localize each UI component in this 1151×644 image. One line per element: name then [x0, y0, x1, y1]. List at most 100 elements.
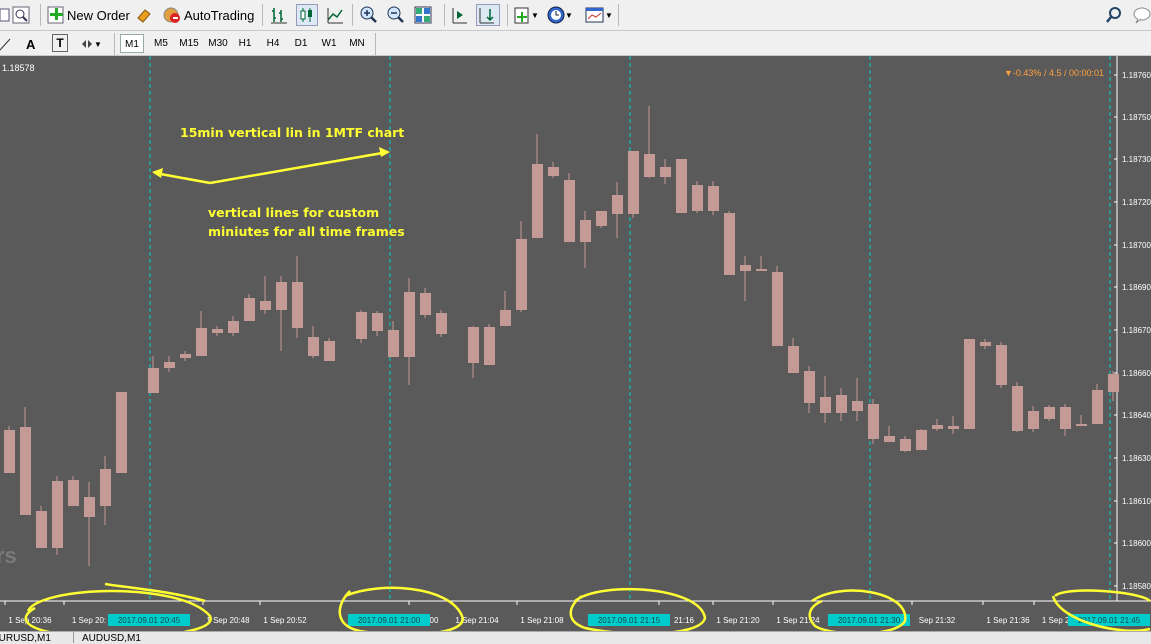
new-order-icon	[47, 6, 64, 24]
candle-bear	[100, 469, 111, 506]
candle-bear	[996, 345, 1007, 385]
timeframe-w1[interactable]: W1	[318, 34, 340, 53]
chart-shift-icon[interactable]	[450, 4, 470, 26]
candle-bear	[372, 313, 383, 331]
new-order-button[interactable]: New Order	[47, 4, 131, 26]
candle-bear	[740, 265, 751, 271]
candle-bear	[1108, 374, 1119, 392]
candle-bear	[820, 397, 831, 413]
top-left-price: 1.18578	[2, 63, 35, 73]
candle-bear	[580, 220, 591, 242]
candle-bear	[868, 404, 879, 439]
candle-bear	[708, 186, 719, 211]
text-label-tool[interactable]: T	[52, 34, 68, 52]
toolbar-separator	[352, 4, 353, 26]
price-label: 1.18610	[1122, 497, 1151, 506]
candle-bear	[932, 425, 943, 429]
zoom-in-icon[interactable]	[360, 4, 380, 26]
candle-bear	[388, 330, 399, 357]
zoom-window-icon[interactable]	[12, 4, 32, 26]
candle-bear	[1092, 390, 1103, 424]
candle-bear	[564, 180, 575, 242]
time-label: 1 Sep 21:08	[520, 616, 564, 625]
indicators-icon[interactable]: ▼	[513, 4, 541, 26]
candle-bear	[228, 321, 239, 333]
timeframe-h4[interactable]: H4	[262, 34, 284, 53]
price-label: 1.18640	[1122, 411, 1151, 420]
annotation-custom-line1: vertical lines for custom	[208, 205, 379, 220]
candle-bear	[644, 154, 655, 177]
tab-eurusd[interactable]: EURUSD,M1	[0, 633, 51, 644]
candle-bear	[404, 292, 415, 357]
candle-bear	[52, 481, 63, 548]
candle-bear	[308, 337, 319, 356]
candle-bear	[260, 301, 271, 310]
candle-bear	[772, 272, 783, 346]
timeframe-m5[interactable]: M5	[149, 34, 173, 53]
candle-bear	[1044, 407, 1055, 419]
toolbar-separator	[262, 4, 263, 26]
candle-bear	[836, 395, 847, 413]
toolbar-separator	[507, 4, 508, 26]
toolbar-separator	[618, 4, 619, 26]
time-label: 21:16	[674, 616, 695, 625]
candle-bear	[692, 185, 703, 211]
line-chart-icon[interactable]	[326, 4, 346, 26]
toolbar-separator	[444, 4, 445, 26]
price-label: 1.18700	[1122, 241, 1151, 250]
main-toolbar: New Order AutoTrading ▼ ▼ ▼	[0, 0, 1151, 31]
chart-info: ▼-0.43% / 4.5 / 00:00:01	[1004, 68, 1104, 78]
metaeditor-icon[interactable]	[135, 4, 155, 26]
window-icon[interactable]	[0, 4, 10, 26]
candle-bear	[532, 164, 543, 238]
tile-windows-icon[interactable]	[414, 4, 436, 26]
search-icon[interactable]	[1106, 4, 1124, 26]
periods-icon[interactable]: ▼	[547, 4, 577, 26]
candle-bear	[196, 328, 207, 356]
candle-bear	[244, 298, 255, 321]
timeframe-d1[interactable]: D1	[290, 34, 312, 53]
candle-bear	[468, 327, 479, 363]
annotation-custom-line2: miniutes for all time frames	[208, 224, 405, 239]
timeframe-mn[interactable]: MN	[345, 34, 369, 53]
arrows-tool[interactable]: ▼	[80, 33, 106, 55]
candle-bear	[276, 282, 287, 310]
candle-bear	[4, 430, 15, 473]
candlestick-icon[interactable]	[296, 4, 318, 26]
timeframe-m1[interactable]: M1	[120, 34, 144, 53]
candle-bear	[180, 354, 191, 358]
candle-bear	[676, 159, 687, 213]
drawing-toolbar: A T ▼ M1 M5 M15 M30 H1 H4 D1 W1 MN	[0, 31, 1151, 56]
timeframe-m30[interactable]: M30	[205, 34, 231, 53]
candle-bear	[500, 310, 511, 326]
text-tool[interactable]: A	[26, 33, 40, 55]
price-chart[interactable]: 1.18760 1.18750 1.18730 1.18720 1.18700 1.186…	[0, 56, 1151, 631]
candle-bear	[212, 329, 223, 333]
candle-bear	[356, 312, 367, 339]
autotrading-icon	[163, 7, 180, 23]
autotrading-label: AutoTrading	[184, 7, 255, 23]
candle-bear	[36, 511, 47, 548]
candle-bear	[68, 480, 79, 506]
watermark: rs	[0, 543, 17, 568]
chart-tabs: EURUSD,M1 AUDUSD,M1	[0, 631, 1151, 644]
bar-chart-icon[interactable]	[270, 4, 290, 26]
candle-bear	[1028, 411, 1039, 429]
toolbar-separator	[375, 33, 376, 55]
chat-icon[interactable]	[1132, 4, 1151, 26]
timeframe-h1[interactable]: H1	[234, 34, 256, 53]
autoscroll-icon[interactable]	[476, 4, 500, 26]
trendline-icon[interactable]	[0, 33, 14, 55]
candle-bear	[516, 239, 527, 310]
price-label: 1.18580	[1122, 582, 1151, 591]
templates-icon[interactable]: ▼	[585, 4, 615, 26]
tab-audusd[interactable]: AUDUSD,M1	[82, 633, 141, 644]
vline-time-label: 2017.09.01 21:15	[598, 616, 661, 625]
zoom-out-icon[interactable]	[387, 4, 407, 26]
candle-bear	[164, 362, 175, 368]
autotrading-button[interactable]: AutoTrading	[163, 4, 258, 26]
candle-bear	[612, 195, 623, 214]
timeframe-m15[interactable]: M15	[176, 34, 202, 53]
price-label: 1.18720	[1122, 198, 1151, 207]
candle-bear	[660, 167, 671, 177]
